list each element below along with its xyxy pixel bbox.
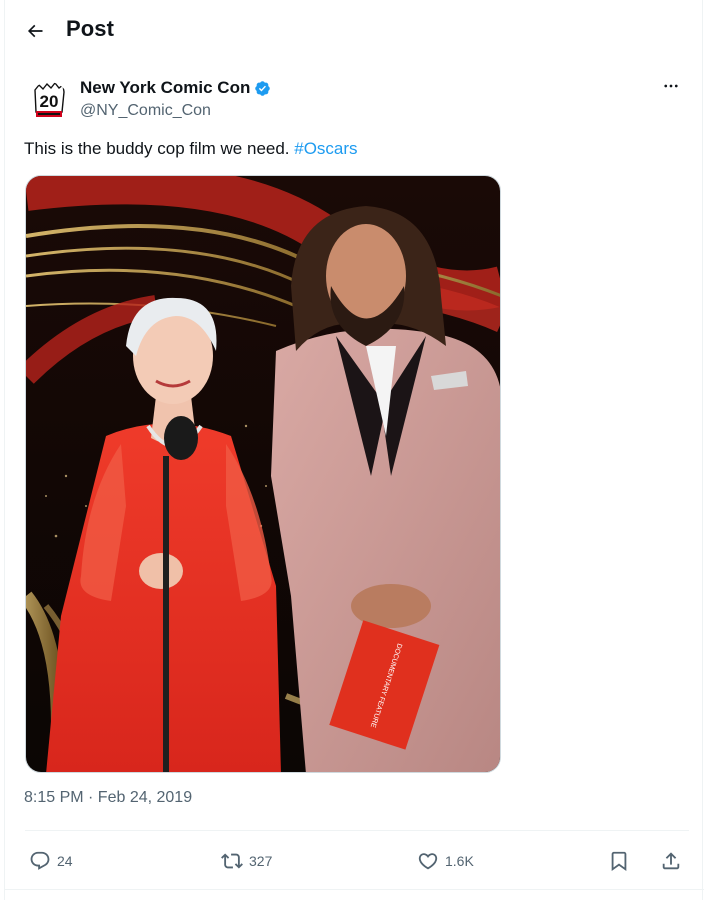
reply-count: 24 — [57, 853, 73, 869]
repost-count: 327 — [249, 853, 273, 869]
like-count: 1.6K — [445, 853, 474, 869]
author-name[interactable]: New York Comic Con — [80, 78, 271, 98]
timestamp[interactable]: 8:15 PM · Feb 24, 2019 — [24, 789, 192, 807]
arrow-left-icon — [27, 24, 43, 38]
repost-button[interactable]: 327 — [221, 847, 272, 875]
verified-badge-icon — [255, 80, 271, 96]
bottom-divider — [5, 889, 704, 890]
bookmark-button[interactable] — [608, 847, 630, 875]
bookmark-icon — [611, 851, 627, 872]
hashtag-link[interactable]: #Oscars — [294, 139, 357, 158]
tweet-text: This is the buddy cop film we need. #Osc… — [24, 138, 358, 160]
author-handle[interactable]: @NY_Comic_Con — [80, 102, 211, 120]
more-options-button[interactable] — [657, 74, 685, 98]
avatar[interactable]: 20 — [29, 82, 69, 122]
heart-icon — [418, 853, 438, 870]
repost-icon — [221, 853, 243, 869]
divider — [25, 830, 689, 831]
page-title: Post — [66, 16, 115, 41]
tweet-photo[interactable]: DOCUMENTARY FEATURE — [25, 175, 501, 773]
header: Post — [5, 0, 704, 62]
share-button[interactable] — [660, 847, 682, 875]
nycc-20-logo: 20 — [34, 82, 65, 117]
reply-icon — [30, 851, 50, 870]
author-name-label: New York Comic Con — [80, 78, 251, 97]
tweet-body: This is the buddy cop film we need. — [24, 139, 295, 158]
avatar-number: 20 — [40, 92, 59, 111]
reply-button[interactable]: 24 — [29, 847, 73, 875]
back-button[interactable] — [21, 17, 49, 45]
post-frame: Post 20 New York Comic Con @NY_Comic_Con… — [4, 0, 704, 900]
ellipsis-icon — [664, 84, 678, 88]
share-icon — [662, 852, 680, 870]
like-button[interactable]: 1.6K — [417, 847, 474, 875]
photo-scene: DOCUMENTARY FEATURE — [26, 176, 500, 772]
